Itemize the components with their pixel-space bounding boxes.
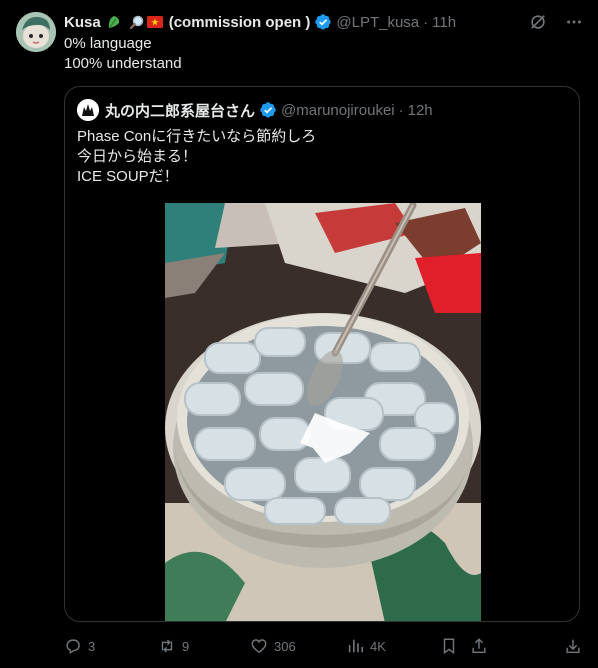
share-button[interactable] [470,636,488,656]
retweet-icon [161,639,173,653]
views-button[interactable]: 4K [346,636,386,656]
tweet-text-line: 100% understand [64,55,182,72]
retweet-button[interactable]: 9 [158,636,189,656]
quoted-timestamp[interactable]: 12h [408,102,433,119]
tweet-text-line: 0% language [64,35,152,52]
retweet-count: 9 [182,638,190,654]
download-icon [566,639,580,654]
reply-icon [66,639,80,655]
quoted-text-line: 今日から始まる！ [77,148,198,165]
heart-icon [251,639,267,654]
quoted-handle[interactable]: @marunojiroukei [281,102,395,119]
quoted-text-line: ICE SOUPだ！ [77,168,179,185]
views-count: 4K [370,638,386,654]
quoted-avatar[interactable] [77,99,99,121]
avatar[interactable] [16,12,56,52]
action-bar: 3 9 306 4K [64,636,584,656]
vietnam-flag-icon [146,16,163,28]
author-name[interactable]: Kusa [64,14,101,31]
quoted-tweet-text: Phase Conに行きたいなら節約しろ 今日から始まる！ ICE SOUPだ！ [77,127,316,187]
verified-badge-icon [314,13,332,31]
tweet[interactable]: Kusa (commission open ) @LPT_kusa · 11h … [0,0,598,668]
bookmark-icon [443,638,455,655]
quoted-tweet[interactable]: 丸の内二郎系屋台さん @marunojiroukei · 12h Phase C… [64,86,580,622]
views-chart-icon [348,639,364,653]
timestamp[interactable]: 11h [432,14,456,31]
reply-count: 3 [88,638,96,654]
separator-dot: · [423,13,429,31]
bookmark-button[interactable] [440,636,458,656]
like-count: 306 [274,638,296,654]
tweet-text: 0% language 100% understand [64,34,182,74]
magnifier-icon [129,14,145,30]
grok-icon[interactable] [528,12,548,32]
like-button[interactable]: 306 [250,636,296,656]
quoted-tweet-header: 丸の内二郎系屋台さん @marunojiroukei · 12h [77,99,433,121]
verified-badge-icon [259,101,277,119]
tweet-header: Kusa (commission open ) @LPT_kusa · 11h [64,12,456,32]
header-actions [528,12,584,32]
author-handle[interactable]: @LPT_kusa [336,14,419,31]
quoted-author-name[interactable]: 丸の内二郎系屋台さん [105,100,255,121]
download-button[interactable] [564,636,582,656]
separator-dot: · [398,101,404,119]
leaf-icon [105,13,123,31]
more-options-icon[interactable] [564,12,584,32]
quoted-text-line: Phase Conに行きたいなら節約しろ [77,128,317,145]
ice-soup-photo[interactable] [165,203,481,621]
share-icon [472,638,486,654]
reply-button[interactable]: 3 [64,636,95,656]
author-name-suffix: commission open ) [173,13,311,31]
